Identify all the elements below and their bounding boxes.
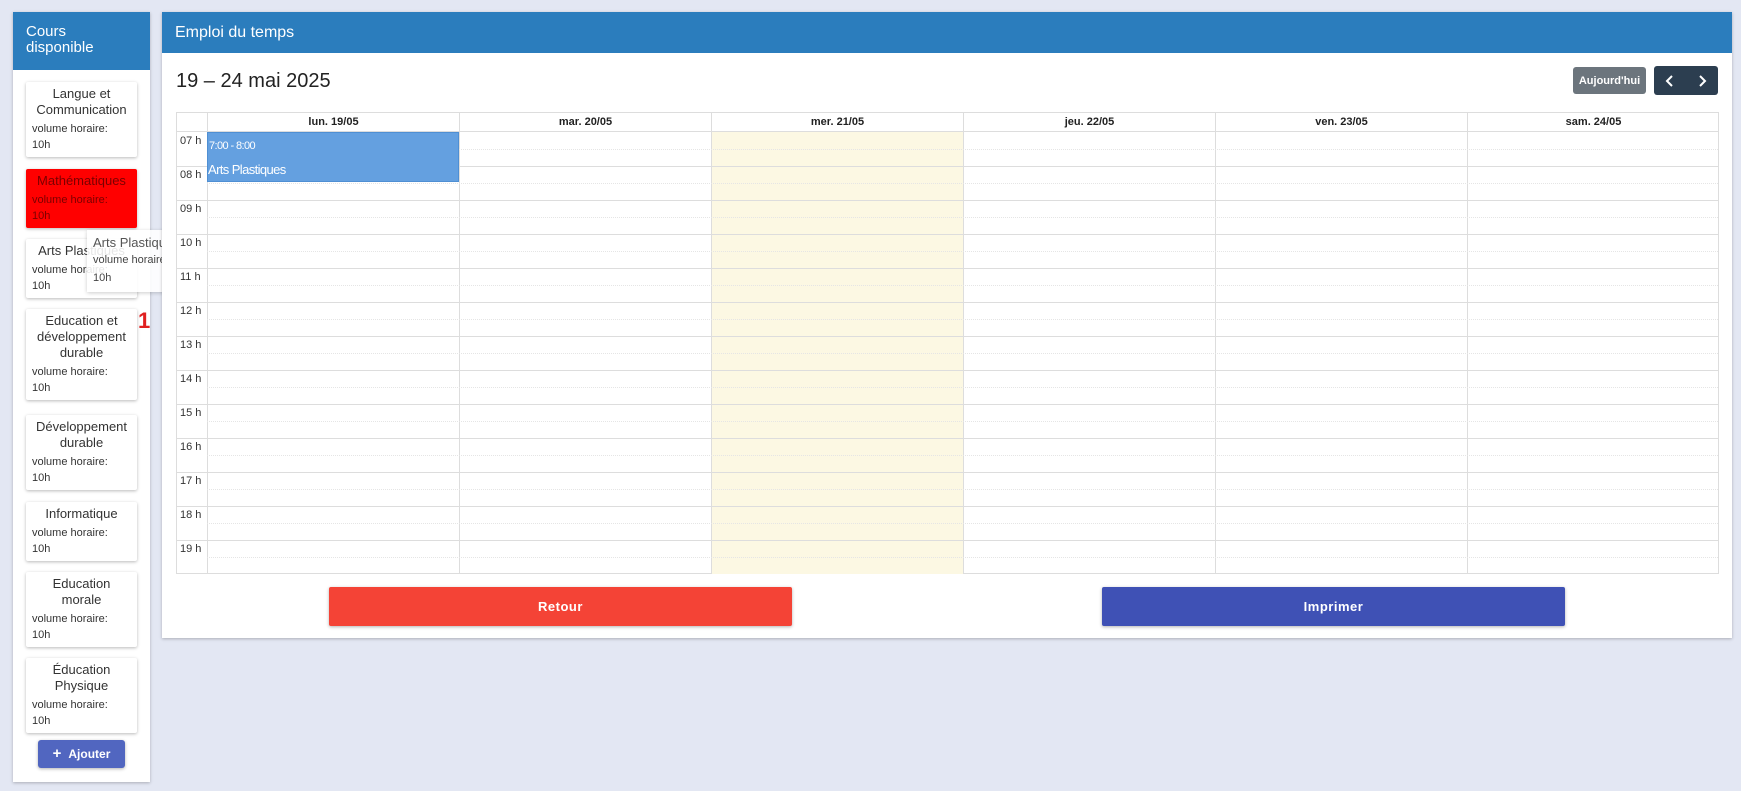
schedule-panel-title: Emploi du temps bbox=[162, 12, 1732, 53]
hour-label: 11 h bbox=[180, 271, 201, 283]
hour-gridline bbox=[177, 370, 1718, 371]
hour-gridline bbox=[177, 200, 1718, 201]
day-header-tue: mar. 20/05 bbox=[459, 113, 711, 132]
prev-week-button[interactable] bbox=[1654, 66, 1686, 95]
half-hour-gridline bbox=[207, 421, 1718, 422]
course-card-mathematiques[interactable]: Mathématiques volume horaire: 10h bbox=[26, 169, 137, 228]
print-button[interactable]: Imprimer bbox=[1102, 587, 1565, 626]
course-card-education-morale[interactable]: Education morale volume horaire: 10h bbox=[26, 572, 137, 647]
day-header-sat: sam. 24/05 bbox=[1467, 113, 1719, 132]
half-hour-gridline bbox=[207, 183, 1718, 184]
hour-label: 16 h bbox=[180, 441, 202, 453]
hour-gridline bbox=[177, 404, 1718, 405]
back-button[interactable]: Retour bbox=[329, 587, 792, 626]
plus-icon: + bbox=[52, 745, 62, 762]
course-card-langue[interactable]: Langue et Communication volume horaire: … bbox=[26, 82, 137, 157]
half-hour-gridline bbox=[207, 489, 1718, 490]
course-volume-label: volume horaire: bbox=[32, 456, 108, 468]
hour-label: 09 h bbox=[180, 203, 202, 215]
half-hour-gridline bbox=[207, 353, 1718, 354]
hour-gridline bbox=[177, 268, 1718, 269]
course-card-education-developpement-durable[interactable]: Education et développement durable volum… bbox=[26, 309, 137, 400]
hour-label: 17 h bbox=[180, 475, 202, 487]
time-gutter-header bbox=[177, 113, 207, 132]
chevron-left-icon bbox=[1665, 74, 1673, 87]
half-hour-gridline bbox=[207, 319, 1718, 320]
hour-gridline bbox=[177, 472, 1718, 473]
today-button[interactable]: Aujourd'hui bbox=[1573, 67, 1646, 94]
course-volume-label: volume horaire: bbox=[32, 527, 108, 539]
calendar-title: 19 – 24 mai 2025 bbox=[176, 70, 331, 92]
hour-gridline bbox=[177, 506, 1718, 507]
course-name: Mathématiques bbox=[37, 173, 126, 188]
course-volume: 10h bbox=[32, 139, 51, 151]
hour-label: 10 h bbox=[180, 237, 202, 249]
course-volume: 10h bbox=[32, 715, 51, 727]
hour-label: 14 h bbox=[180, 373, 202, 385]
course-card-developpement-durable[interactable]: Développement durable volume horaire: 10… bbox=[26, 415, 137, 490]
half-hour-gridline bbox=[207, 455, 1718, 456]
chevron-right-icon bbox=[1699, 74, 1707, 87]
half-hour-gridline bbox=[207, 217, 1718, 218]
course-volume: 10h bbox=[32, 472, 51, 484]
calendar-grid: lun. 19/05 mar. 20/05 mer. 21/05 jeu. 22… bbox=[176, 112, 1719, 574]
course-card-informatique[interactable]: Informatique volume horaire: 10h bbox=[26, 502, 137, 561]
course-volume: 10h bbox=[32, 543, 51, 555]
course-volume: 10h bbox=[32, 382, 51, 394]
course-volume-label: volume horaire: bbox=[32, 123, 108, 135]
time-gutter bbox=[177, 132, 207, 574]
course-name: Langue et Communication bbox=[36, 86, 127, 117]
hour-gridline bbox=[177, 302, 1718, 303]
calendar-nav bbox=[1654, 66, 1718, 95]
hour-label: 13 h bbox=[180, 339, 202, 351]
hour-label: 08 h bbox=[180, 169, 202, 181]
course-volume-label: volume horaire: bbox=[32, 366, 108, 378]
course-volume-label: volume horaire: bbox=[32, 699, 108, 711]
event-time: 7:00 - 8:00 bbox=[209, 140, 256, 152]
course-name: Développement durable bbox=[35, 419, 128, 450]
course-name: Informatique bbox=[45, 506, 118, 521]
hour-label: 19 h bbox=[180, 543, 202, 555]
course-volume: 10h bbox=[32, 210, 51, 222]
course-volume: 10h bbox=[32, 629, 51, 641]
course-name: Education et développement durable bbox=[37, 313, 126, 360]
course-card-education-physique[interactable]: Éducation Physique volume horaire: 10h bbox=[26, 658, 137, 733]
half-hour-gridline bbox=[207, 285, 1718, 286]
hour-label: 12 h bbox=[180, 305, 202, 317]
day-header-wed: mer. 21/05 bbox=[711, 113, 963, 132]
hour-gridline bbox=[177, 234, 1718, 235]
courses-panel-title: Cours disponible bbox=[13, 12, 150, 70]
annotation-marker-1: 1 bbox=[138, 308, 151, 333]
day-header-fri: ven. 23/05 bbox=[1215, 113, 1467, 132]
hour-label: 18 h bbox=[180, 509, 202, 521]
day-header-thu: jeu. 22/05 bbox=[963, 113, 1215, 132]
add-course-label: Ajouter bbox=[68, 747, 111, 761]
day-header-mon: lun. 19/05 bbox=[207, 113, 459, 132]
hour-gridline bbox=[177, 438, 1718, 439]
course-name: Éducation Physique bbox=[52, 662, 111, 693]
course-volume-label: volume horaire: bbox=[32, 613, 108, 625]
calendar-event[interactable]: 7:00 - 8:00 Arts Plastiques bbox=[207, 132, 459, 182]
hour-label: 15 h bbox=[180, 407, 202, 419]
hour-gridline bbox=[177, 540, 1718, 541]
next-week-button[interactable] bbox=[1686, 66, 1718, 95]
schedule-panel: Emploi du temps 19 – 24 mai 2025 Aujourd… bbox=[162, 12, 1732, 638]
course-volume-label: volume horaire: bbox=[32, 194, 108, 206]
hour-label: 07 h bbox=[180, 135, 202, 147]
half-hour-gridline bbox=[207, 387, 1718, 388]
event-title: Arts Plastiques bbox=[208, 162, 286, 177]
add-course-button[interactable]: + Ajouter bbox=[38, 740, 125, 768]
courses-panel: Cours disponible Langue et Communication… bbox=[13, 12, 150, 782]
hour-gridline bbox=[177, 336, 1718, 337]
half-hour-gridline bbox=[207, 523, 1718, 524]
course-name: Education morale bbox=[52, 576, 111, 607]
half-hour-gridline bbox=[207, 557, 1718, 558]
half-hour-gridline bbox=[207, 251, 1718, 252]
